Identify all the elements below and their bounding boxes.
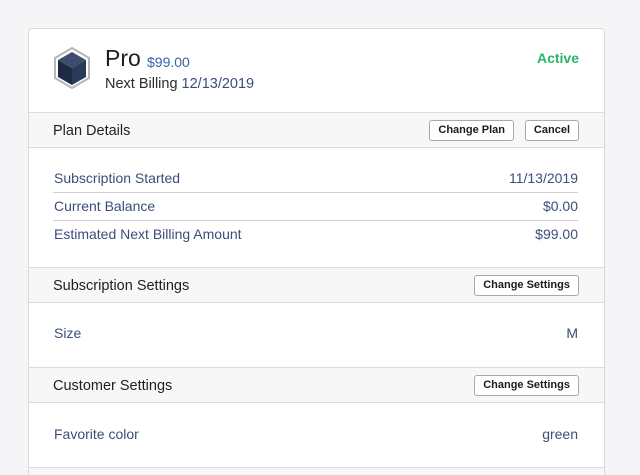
detail-label: Current Balance — [54, 198, 156, 214]
subscription-card: Pro $99.00 Next Billing 12/13/2019 Active… — [28, 28, 605, 475]
detail-value: $99.00 — [535, 226, 578, 242]
status-badge: Active — [536, 50, 579, 66]
subscription-settings-title: Subscription Settings — [53, 278, 190, 294]
detail-row: Subscription Started 11/13/2019 — [53, 165, 578, 193]
detail-row: Estimated Next Billing Amount $99.00 — [53, 221, 578, 249]
plan-price: $99.00 — [147, 54, 190, 70]
detail-value: $0.00 — [542, 198, 578, 214]
setting-row: Size M — [53, 320, 578, 348]
plan-name: Pro — [105, 45, 141, 71]
cube-icon — [54, 47, 90, 89]
next-section-bar — [29, 467, 604, 475]
change-customer-settings-button[interactable]: Change Settings — [474, 375, 579, 396]
next-billing-date: 12/13/2019 — [181, 76, 255, 92]
setting-value: green — [542, 426, 578, 442]
plan-details-title: Plan Details — [53, 123, 131, 139]
change-subscription-settings-button[interactable]: Change Settings — [474, 275, 579, 296]
subscription-settings-bar: Subscription Settings Change Settings — [29, 267, 604, 303]
detail-label: Estimated Next Billing Amount — [54, 226, 242, 242]
cancel-button[interactable]: Cancel — [524, 120, 579, 141]
next-billing-label: Next Billing — [105, 76, 178, 92]
detail-value: 11/13/2019 — [508, 170, 578, 186]
plan-header: Pro $99.00 Next Billing 12/13/2019 Active — [29, 29, 604, 112]
setting-label: Size — [54, 325, 82, 341]
customer-settings-title: Customer Settings — [53, 378, 173, 394]
setting-label: Favorite color — [54, 426, 139, 442]
plan-details-bar: Plan Details Change Plan Cancel — [29, 112, 604, 148]
setting-row: Favorite color green — [53, 421, 578, 449]
detail-row: Current Balance $0.00 — [53, 193, 578, 221]
customer-settings-bar: Customer Settings Change Settings — [29, 367, 604, 403]
next-billing: Next Billing 12/13/2019 — [105, 76, 254, 92]
setting-value: M — [566, 325, 578, 341]
change-plan-button[interactable]: Change Plan — [429, 120, 514, 141]
detail-label: Subscription Started — [54, 170, 181, 186]
